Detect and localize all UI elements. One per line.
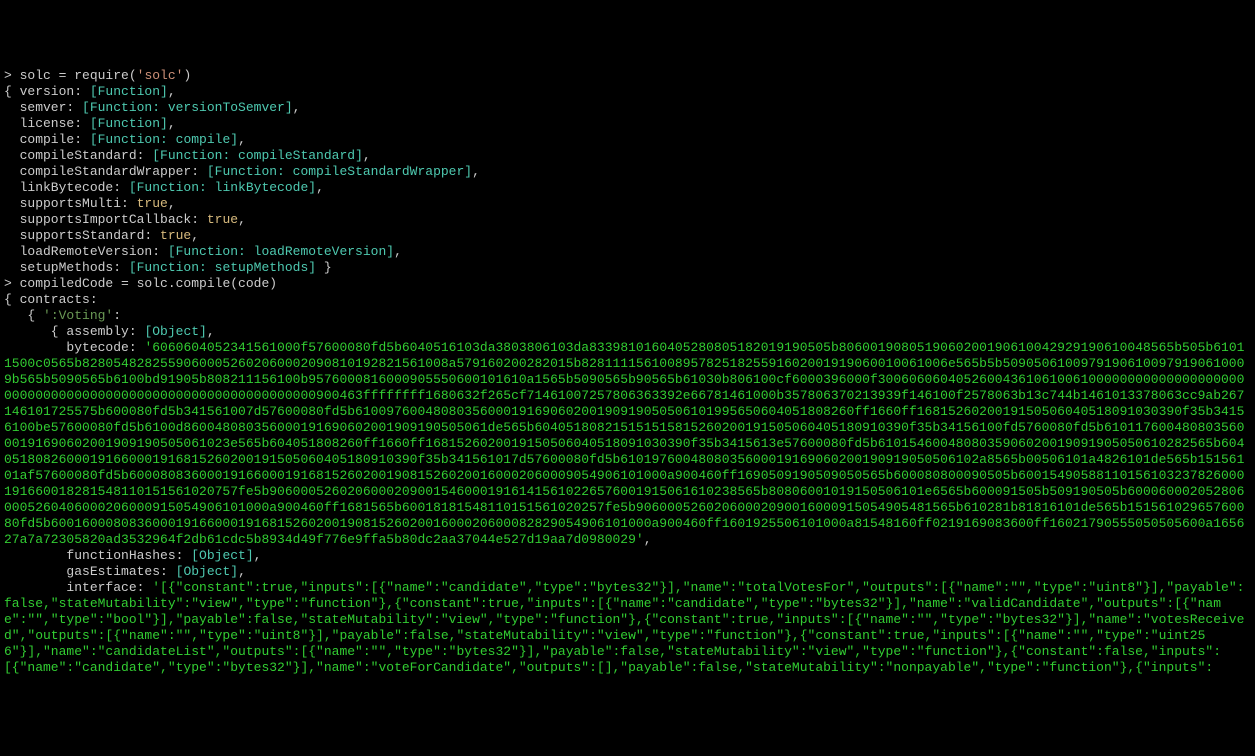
comma: , [363, 148, 371, 163]
comma: , [168, 116, 176, 131]
output-line: semver: [Function: versionToSemver], [4, 100, 1251, 116]
comma: , [293, 100, 301, 115]
function-value: [Function: compile] [90, 132, 238, 147]
property-key: supportsImportCallback: [4, 212, 207, 227]
bytecode-line: bytecode: '6060604052341561000f57600080f… [4, 340, 1251, 548]
function-value: [Function: linkBytecode] [129, 180, 316, 195]
property-key: loadRemoteVersion: [4, 244, 168, 259]
property-key: supportsMulti: [4, 196, 137, 211]
boolean-value: true [160, 228, 191, 243]
object-value: [Object] [191, 548, 253, 563]
function-value: [Function] [90, 84, 168, 99]
output-line: { contracts: [4, 292, 1251, 308]
property-key: bytecode: [4, 340, 144, 355]
comma: , [168, 196, 176, 211]
output-line: compile: [Function: compile], [4, 132, 1251, 148]
property-key: compile: [4, 132, 90, 147]
boolean-value: true [137, 196, 168, 211]
prompt-caret: > [4, 276, 20, 291]
comma: , [238, 212, 246, 227]
function-value: [Function] [90, 116, 168, 131]
output-line: gasEstimates: [Object], [4, 564, 1251, 580]
function-value: [Function: compileStandard] [152, 148, 363, 163]
property-key: { contracts: [4, 292, 98, 307]
code-text: solc = require( [20, 68, 137, 83]
colon: : [113, 308, 121, 323]
contract-name: ':Voting' [43, 308, 113, 323]
comma: , [238, 132, 246, 147]
close-brace: } [316, 260, 332, 275]
output-line: linkBytecode: [Function: linkBytecode], [4, 180, 1251, 196]
comma: , [316, 180, 324, 195]
function-value: [Function: setupMethods] [129, 260, 316, 275]
output-line: supportsMulti: true, [4, 196, 1251, 212]
property-key: supportsStandard: [4, 228, 160, 243]
property-key: interface: [4, 580, 152, 595]
comma: , [472, 164, 480, 179]
property-key: setupMethods: [4, 260, 129, 275]
property-key: gasEstimates: [4, 564, 176, 579]
interface-value: '[{"constant":true,"inputs":[{"name":"ca… [4, 580, 1244, 675]
property-key: license: [4, 116, 90, 131]
property-key: { assembly: [4, 324, 144, 339]
comma: , [207, 324, 215, 339]
comma: , [644, 532, 652, 547]
property-key: { version: [4, 84, 90, 99]
property-key: compileStandard: [4, 148, 152, 163]
property-key: functionHashes: [4, 548, 191, 563]
object-value: [Object] [176, 564, 238, 579]
property-key: semver: [4, 100, 82, 115]
function-value: [Function: loadRemoteVersion] [168, 244, 394, 259]
comma: , [168, 84, 176, 99]
output-line: loadRemoteVersion: [Function: loadRemote… [4, 244, 1251, 260]
output-line: functionHashes: [Object], [4, 548, 1251, 564]
output-line: { assembly: [Object], [4, 324, 1251, 340]
output-line: compileStandard: [Function: compileStand… [4, 148, 1251, 164]
comma: , [254, 548, 262, 563]
object-value: [Object] [144, 324, 206, 339]
comma: , [394, 244, 402, 259]
function-value: [Function: compileStandardWrapper] [207, 164, 472, 179]
boolean-value: true [207, 212, 238, 227]
bytecode-value: '6060604052341561000f57600080fd5b6040516… [4, 340, 1244, 547]
output-line: { ':Voting': [4, 308, 1251, 324]
code-text: compiledCode = solc.compile(code) [20, 276, 277, 291]
output-line: { version: [Function], [4, 84, 1251, 100]
interface-line: interface: '[{"constant":true,"inputs":[… [4, 580, 1251, 676]
prompt-caret: > [4, 68, 20, 83]
output-line: compileStandardWrapper: [Function: compi… [4, 164, 1251, 180]
comma: , [238, 564, 246, 579]
property-key: linkBytecode: [4, 180, 129, 195]
code-text: ) [183, 68, 191, 83]
string-literal: 'solc' [137, 68, 184, 83]
comma: , [191, 228, 199, 243]
terminal-output[interactable]: > solc = require('solc'){ version: [Func… [4, 68, 1251, 676]
output-line: setupMethods: [Function: setupMethods] } [4, 260, 1251, 276]
repl-line: > compiledCode = solc.compile(code) [4, 276, 1251, 292]
function-value: [Function: versionToSemver] [82, 100, 293, 115]
repl-line: > solc = require('solc') [4, 68, 1251, 84]
output-line: license: [Function], [4, 116, 1251, 132]
open-brace: { [4, 308, 43, 323]
output-line: supportsStandard: true, [4, 228, 1251, 244]
property-key: compileStandardWrapper: [4, 164, 207, 179]
output-line: supportsImportCallback: true, [4, 212, 1251, 228]
